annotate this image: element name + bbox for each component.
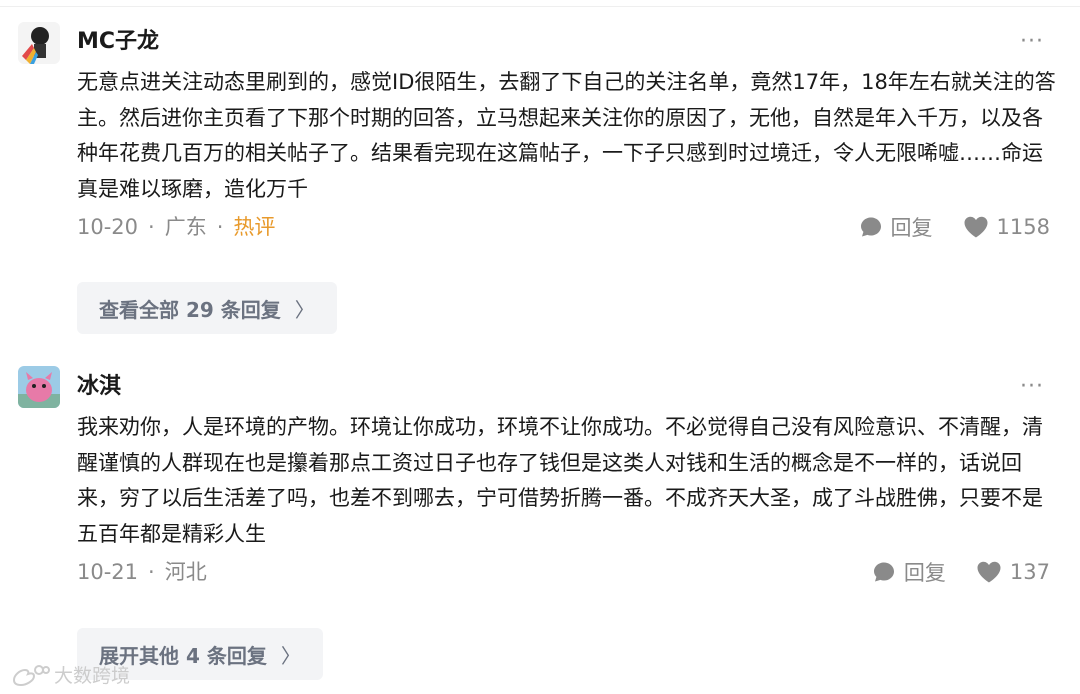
comment-date: 10-20 <box>77 215 139 239</box>
comment-text: 我来劝你，人是环境的产物。环境让你成功，环境不让你成功。不必觉得自己没有风险意识… <box>77 415 1043 546</box>
view-all-replies-button[interactable]: 查看全部 29 条回复〉 <box>77 282 337 334</box>
top-divider <box>0 0 1080 7</box>
separator: · <box>216 215 224 239</box>
reply-label: 回复 <box>890 216 933 240</box>
comment-meta: 10-20 · 广东 · 热评 <box>77 212 275 242</box>
comment-meta: 10-21 · 河北 <box>77 557 207 587</box>
watermark: 大数跨境 <box>10 661 130 688</box>
heart-icon <box>977 561 1001 583</box>
chevron-right-icon: 〉 <box>294 297 315 322</box>
reply-button[interactable]: 回复 <box>859 212 933 242</box>
hot-comment-badge: 热评 <box>233 215 276 239</box>
weibo-logo-icon <box>12 664 50 686</box>
comment-actions: 回复 1158 <box>859 212 1050 242</box>
like-button[interactable]: 1158 <box>963 215 1050 239</box>
username[interactable]: 冰淇 <box>77 372 121 402</box>
username[interactable]: MC子龙 <box>77 27 159 57</box>
watermark-text: 大数跨境 <box>54 665 131 687</box>
reply-button[interactable]: 回复 <box>872 557 946 587</box>
replies-button-label: 查看全部 29 条回复 <box>99 297 281 322</box>
comment-bubble-icon <box>873 562 894 582</box>
comment-location: 广东 <box>164 215 207 239</box>
comment-date: 10-21 <box>77 560 139 584</box>
chevron-right-icon: 〉 <box>280 643 301 668</box>
like-button[interactable]: 137 <box>976 560 1050 584</box>
like-count: 1158 <box>996 215 1050 239</box>
avatar[interactable] <box>18 366 60 408</box>
comment-bubble-icon <box>860 217 881 237</box>
separator: · <box>148 560 155 584</box>
more-options-icon[interactable]: ··· <box>1020 31 1044 53</box>
like-count: 137 <box>1009 560 1050 584</box>
comment-text: 无意点进关注动态里刷到的，感觉ID很陌生，去翻了下自己的关注名单，竟然17年，1… <box>77 70 1056 201</box>
heart-icon <box>964 216 988 238</box>
comment-location: 河北 <box>164 560 207 584</box>
avatar[interactable] <box>18 22 60 64</box>
more-options-icon[interactable]: ··· <box>1020 376 1044 398</box>
comment-actions: 回复 137 <box>872 557 1050 587</box>
reply-label: 回复 <box>903 561 946 585</box>
separator: · <box>148 215 155 239</box>
